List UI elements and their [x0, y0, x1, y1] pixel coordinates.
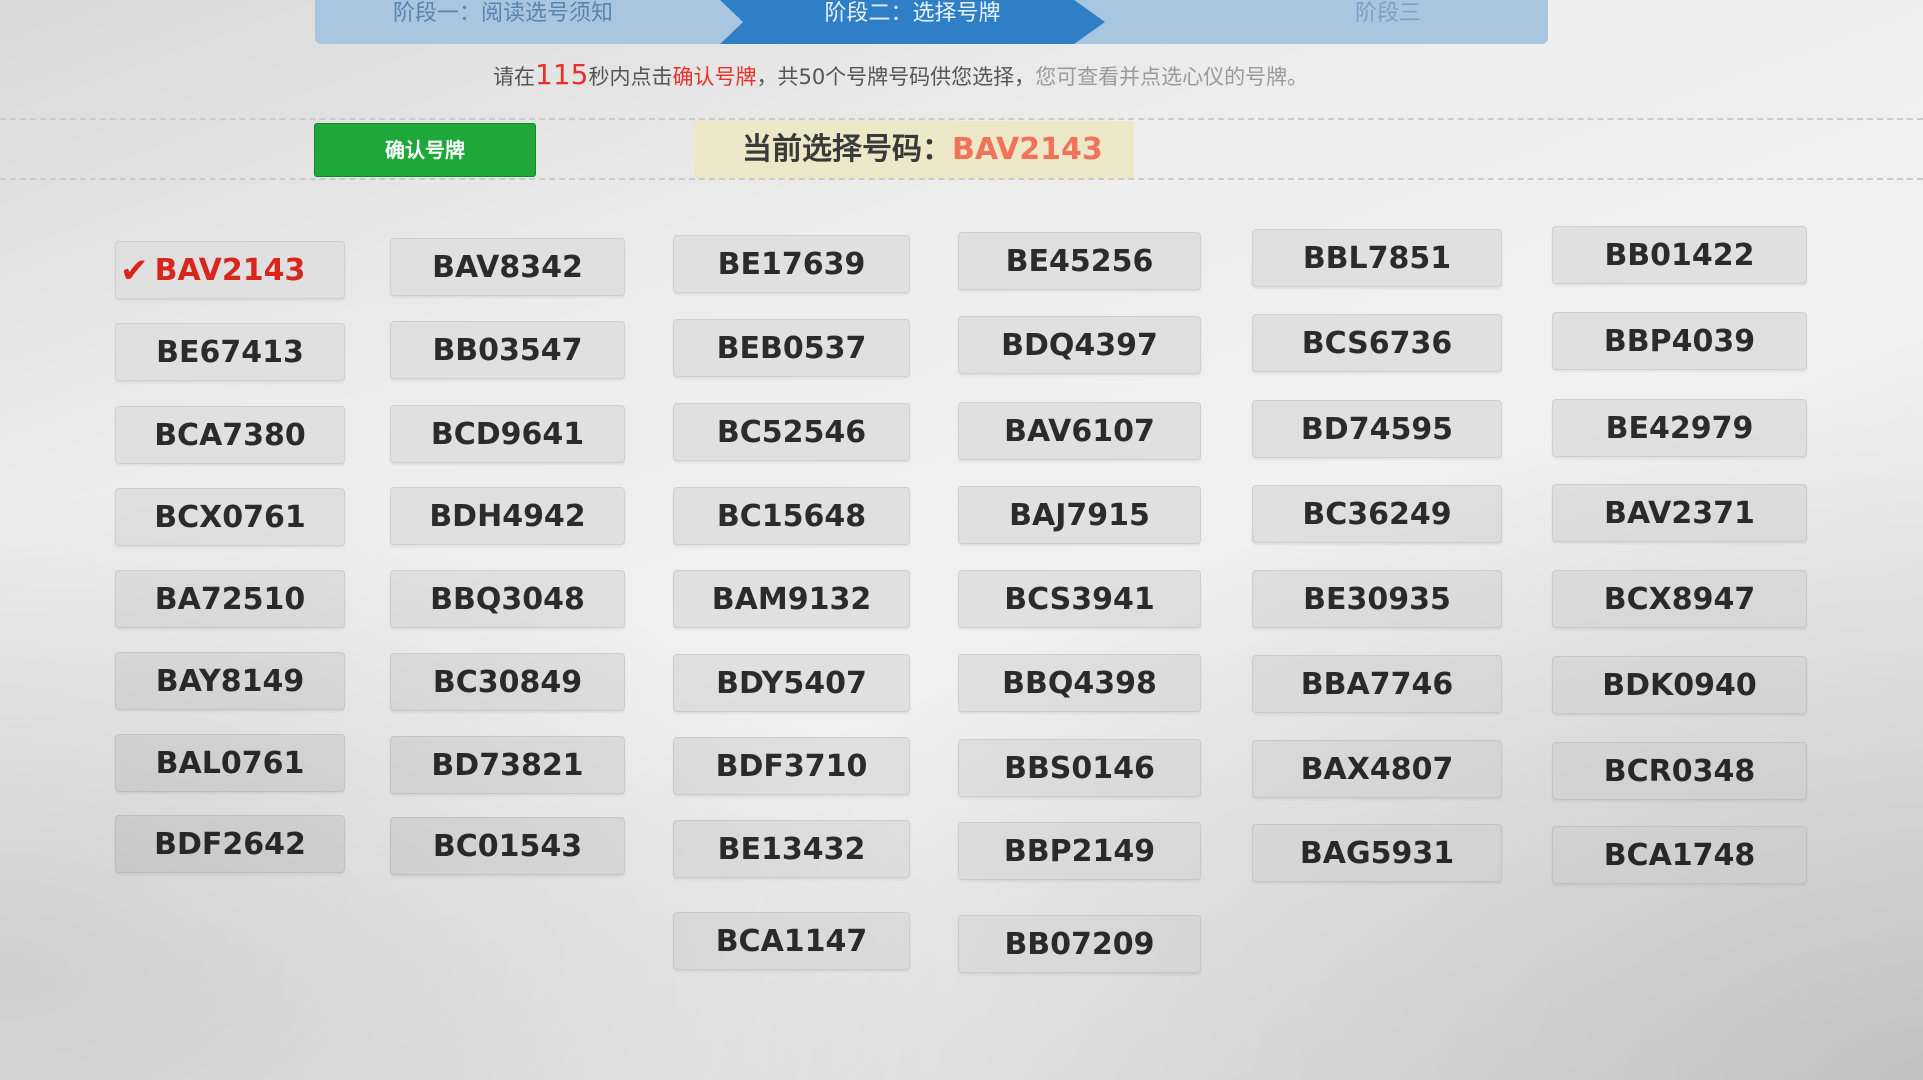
step-progress-bar: 阶段一：阅读选号须知 阶段二：选择号牌 阶段三 [315, 0, 1548, 44]
plate-option[interactable]: BE45256 [958, 232, 1201, 290]
plate-option[interactable]: BAM9132 [673, 570, 910, 628]
plate-option[interactable]: BAL0761 [115, 734, 345, 792]
plate-option[interactable]: BAJ7915 [958, 485, 1201, 544]
plate-option[interactable]: BCA7380 [115, 406, 345, 464]
plate-option[interactable]: BB07209 [958, 915, 1201, 973]
plate-option[interactable]: BEB0537 [673, 318, 910, 377]
plate-option[interactable]: BC01543 [390, 817, 625, 876]
plate-option[interactable]: BDH4942 [390, 487, 625, 546]
plate-option[interactable]: BAG5931 [1252, 824, 1502, 882]
plate-option[interactable]: BE67413 [115, 323, 345, 381]
countdown-notice: 请在115秒内点击确认号牌，共50个号牌号码供您选择，您可查看并点选心仪的号牌。 [493, 58, 1308, 91]
plate-option[interactable]: BBP4039 [1552, 311, 1807, 370]
plate-option[interactable]: BBQ3048 [390, 570, 625, 628]
plate-selection-screen: 阶段一：阅读选号须知 阶段二：选择号牌 阶段三 请在115秒内点击确认号牌，共5… [0, 0, 1923, 1080]
plate-option[interactable]: BA72510 [115, 570, 345, 628]
step-1: 阶段一：阅读选号须知 [393, 1, 614, 26]
divider-bottom [0, 178, 1923, 180]
current-selection-label: 当前选择号码： [742, 132, 952, 167]
plate-option[interactable]: BDF3710 [673, 737, 910, 795]
plate-option[interactable]: BDY5407 [673, 653, 910, 712]
confirm-plate-button[interactable]: 确认号牌 [314, 123, 536, 177]
plate-option[interactable]: BB01422 [1552, 226, 1807, 284]
plate-option[interactable]: BD74595 [1252, 400, 1502, 458]
notice-confirm-link: 确认号牌 [672, 65, 757, 89]
notice-mid2: ，共50个号牌号码供您选择， [756, 65, 1036, 89]
plate-option[interactable]: BC36249 [1252, 485, 1502, 543]
plate-option[interactable]: BBL7851 [1252, 229, 1502, 287]
plate-option[interactable]: BE17639 [673, 235, 910, 293]
plate-option[interactable]: BAX4807 [1252, 740, 1502, 798]
countdown-seconds: 115 [535, 58, 589, 91]
plate-option[interactable]: BC15648 [673, 486, 910, 545]
step-2-active: 阶段二：选择号牌 [720, 0, 1105, 44]
plate-option[interactable]: BCS6736 [1252, 314, 1502, 372]
plate-option[interactable]: BAV2143 ✔ [115, 241, 345, 299]
current-selection-value: BAV2143 [952, 132, 1103, 167]
plate-option[interactable]: BBA7746 [1252, 655, 1502, 713]
plate-option[interactable]: BAV8342 [390, 238, 625, 296]
plate-option[interactable]: BE42979 [1552, 398, 1807, 457]
plate-option[interactable]: BD73821 [390, 735, 625, 794]
plate-option[interactable]: BC52546 [673, 403, 910, 461]
plate-option[interactable]: BBS0146 [958, 738, 1201, 797]
notice-suffix: 您可查看并点选心仪的号牌。 [1035, 65, 1309, 89]
plate-option[interactable]: BCX0761 [115, 488, 345, 546]
step-3: 阶段三 [1355, 1, 1422, 26]
plate-option[interactable]: BCR0348 [1552, 741, 1807, 800]
notice-mid1: 秒内点击 [588, 65, 673, 89]
plate-option[interactable]: BCA1147 [673, 912, 910, 970]
plate-option[interactable]: BAV2371 [1552, 484, 1807, 543]
plate-option[interactable]: BAY8149 [115, 652, 345, 710]
plate-option[interactable]: BE13432 [673, 819, 910, 878]
plate-option[interactable]: BDK0940 [1552, 655, 1807, 714]
plate-option[interactable]: BC30849 [390, 652, 625, 711]
plate-option[interactable]: BCA1748 [1552, 826, 1807, 885]
notice-prefix: 请在 [493, 65, 535, 89]
plate-option[interactable]: BE30935 [1252, 570, 1502, 628]
current-selection-panel: 当前选择号码：BAV2143 [694, 121, 1134, 179]
plate-option[interactable]: BDQ4397 [958, 316, 1201, 375]
plate-option[interactable]: BCX8947 [1552, 570, 1807, 628]
divider-top [0, 118, 1923, 120]
plate-option[interactable]: BCD9641 [390, 404, 625, 463]
plate-option[interactable]: BAV6107 [958, 401, 1201, 460]
checkmark-icon: ✔ [120, 251, 149, 291]
plate-option[interactable]: BBQ4398 [958, 654, 1201, 713]
plate-option[interactable]: BDF2642 [115, 815, 345, 873]
plate-option[interactable]: BB03547 [390, 320, 625, 379]
plate-option[interactable]: BCS3941 [958, 570, 1201, 628]
plate-option[interactable]: BBP2149 [958, 821, 1201, 880]
